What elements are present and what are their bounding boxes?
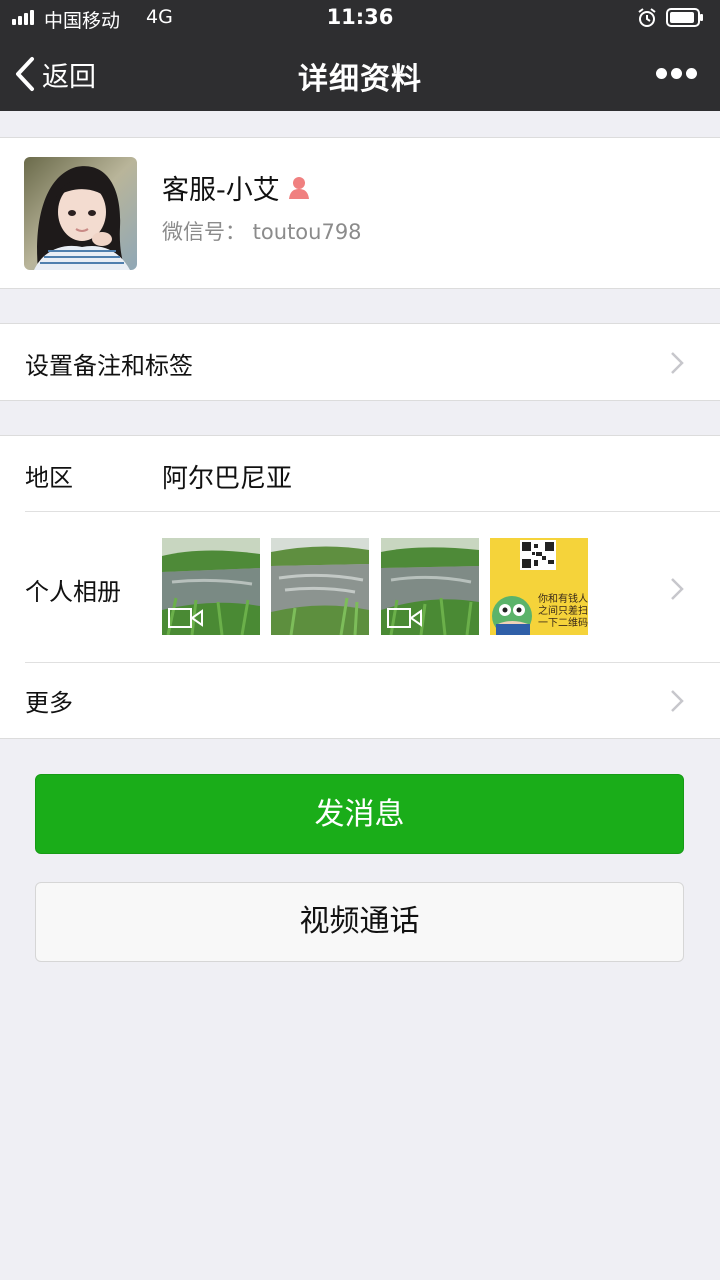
avatar-image	[24, 157, 137, 270]
nav-bar: 返回 详细资料	[0, 36, 720, 111]
album-thumbnail-video[interactable]	[162, 538, 260, 635]
profile-card: 客服-小艾 微信号： toutou798	[0, 137, 720, 289]
top-bar: 中国移动 4G 11:36 返回 详细资料	[0, 0, 720, 111]
name-row: 客服-小艾	[162, 168, 312, 207]
info-card: 地区 阿尔巴尼亚 个人相册 你和有钱人 之间只差扫 一下二维码 更多	[0, 435, 720, 739]
album-thumbnail-photo[interactable]	[271, 538, 369, 635]
region-value: 阿尔巴尼亚	[162, 464, 293, 494]
profile-name: 客服-小艾	[162, 175, 280, 206]
poster-line: 之间只差扫	[538, 606, 588, 617]
pond-image	[271, 538, 369, 635]
more-row[interactable]: 更多	[0, 663, 720, 738]
remark-label: 设置备注和标签	[25, 352, 193, 380]
more-label: 更多	[25, 689, 73, 717]
album-label: 个人相册	[25, 578, 121, 606]
video-call-button[interactable]: 视频通话	[35, 882, 684, 962]
poster-text: 你和有钱人 之间只差扫 一下二维码	[530, 594, 588, 630]
wechat-id: 微信号： toutou798	[162, 220, 362, 244]
video-icon	[168, 608, 203, 628]
status-time: 11:36	[326, 5, 394, 29]
female-icon	[288, 176, 309, 199]
alarm-icon	[638, 8, 656, 27]
chevron-right-icon	[671, 578, 684, 600]
remark-row[interactable]: 设置备注和标签	[0, 323, 720, 401]
status-bar: 中国移动 4G 11:36	[0, 0, 720, 36]
video-icon	[387, 608, 422, 628]
region-label: 地区	[25, 464, 73, 492]
poster-line: 一下二维码	[538, 618, 588, 629]
avatar[interactable]	[24, 157, 137, 270]
album-thumbnail-qr-poster[interactable]: 你和有钱人 之间只差扫 一下二维码	[490, 538, 588, 635]
battery-icon	[666, 8, 703, 27]
album-thumbnail-video[interactable]	[381, 538, 479, 635]
page-title: 详细资料	[298, 62, 422, 97]
more-icon[interactable]	[652, 62, 700, 86]
send-message-button[interactable]: 发消息	[35, 774, 684, 854]
poster-line: 你和有钱人	[538, 594, 588, 605]
chevron-right-icon	[671, 352, 684, 374]
chevron-right-icon	[671, 690, 684, 712]
